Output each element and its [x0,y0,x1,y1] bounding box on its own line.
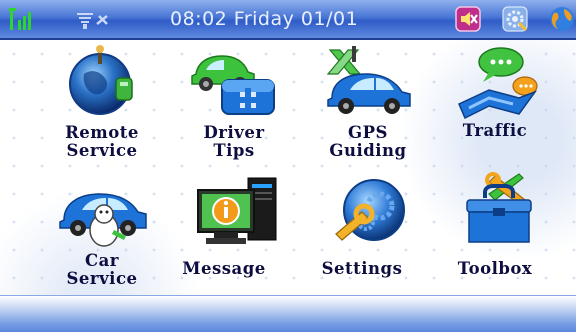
home-screen: 08:02 Friday 01/01 Remote Service Driver… [0,0,576,332]
status-bar: 08:02 Friday 01/01 [0,0,576,40]
menu-item-label: Settings [321,259,403,278]
menu-item-label: Driver Tips [203,123,265,160]
remote-service-icon [69,45,133,115]
menu-item-label: Traffic [462,121,528,140]
menu-item-label: Car Service [66,251,138,288]
message-icon [197,177,277,244]
menu-item-traffic[interactable]: Traffic [434,44,564,184]
menu-item-label: Toolbox [457,259,533,278]
menu-item-gps-guiding[interactable]: GPS Guiding [303,44,433,184]
menu-item-toolbox[interactable]: Toolbox [434,170,564,310]
menu-item-label: GPS Guiding [329,123,407,160]
settings-icon[interactable] [500,4,530,34]
traffic-icon [458,47,538,120]
settings-gear-icon [335,179,405,241]
bottom-bar [0,295,576,332]
gps-no-fix-icon [70,0,120,38]
signal-icon [6,0,36,38]
gps-guiding-icon [326,46,411,114]
menu-item-label: Remote Service [65,123,139,160]
volume-mute-icon[interactable] [453,4,483,34]
menu-item-driver-tips[interactable]: Driver Tips [169,44,299,184]
menu-item-label: Message [182,259,266,278]
driver-tips-icon [191,55,275,115]
car-service-icon [59,193,147,247]
globe-icon[interactable] [548,4,576,34]
clock-date-display: 08:02 Friday 01/01 [170,8,359,30]
menu-item-remote-service[interactable]: Remote Service [37,44,167,184]
toolbox-icon [466,172,532,243]
